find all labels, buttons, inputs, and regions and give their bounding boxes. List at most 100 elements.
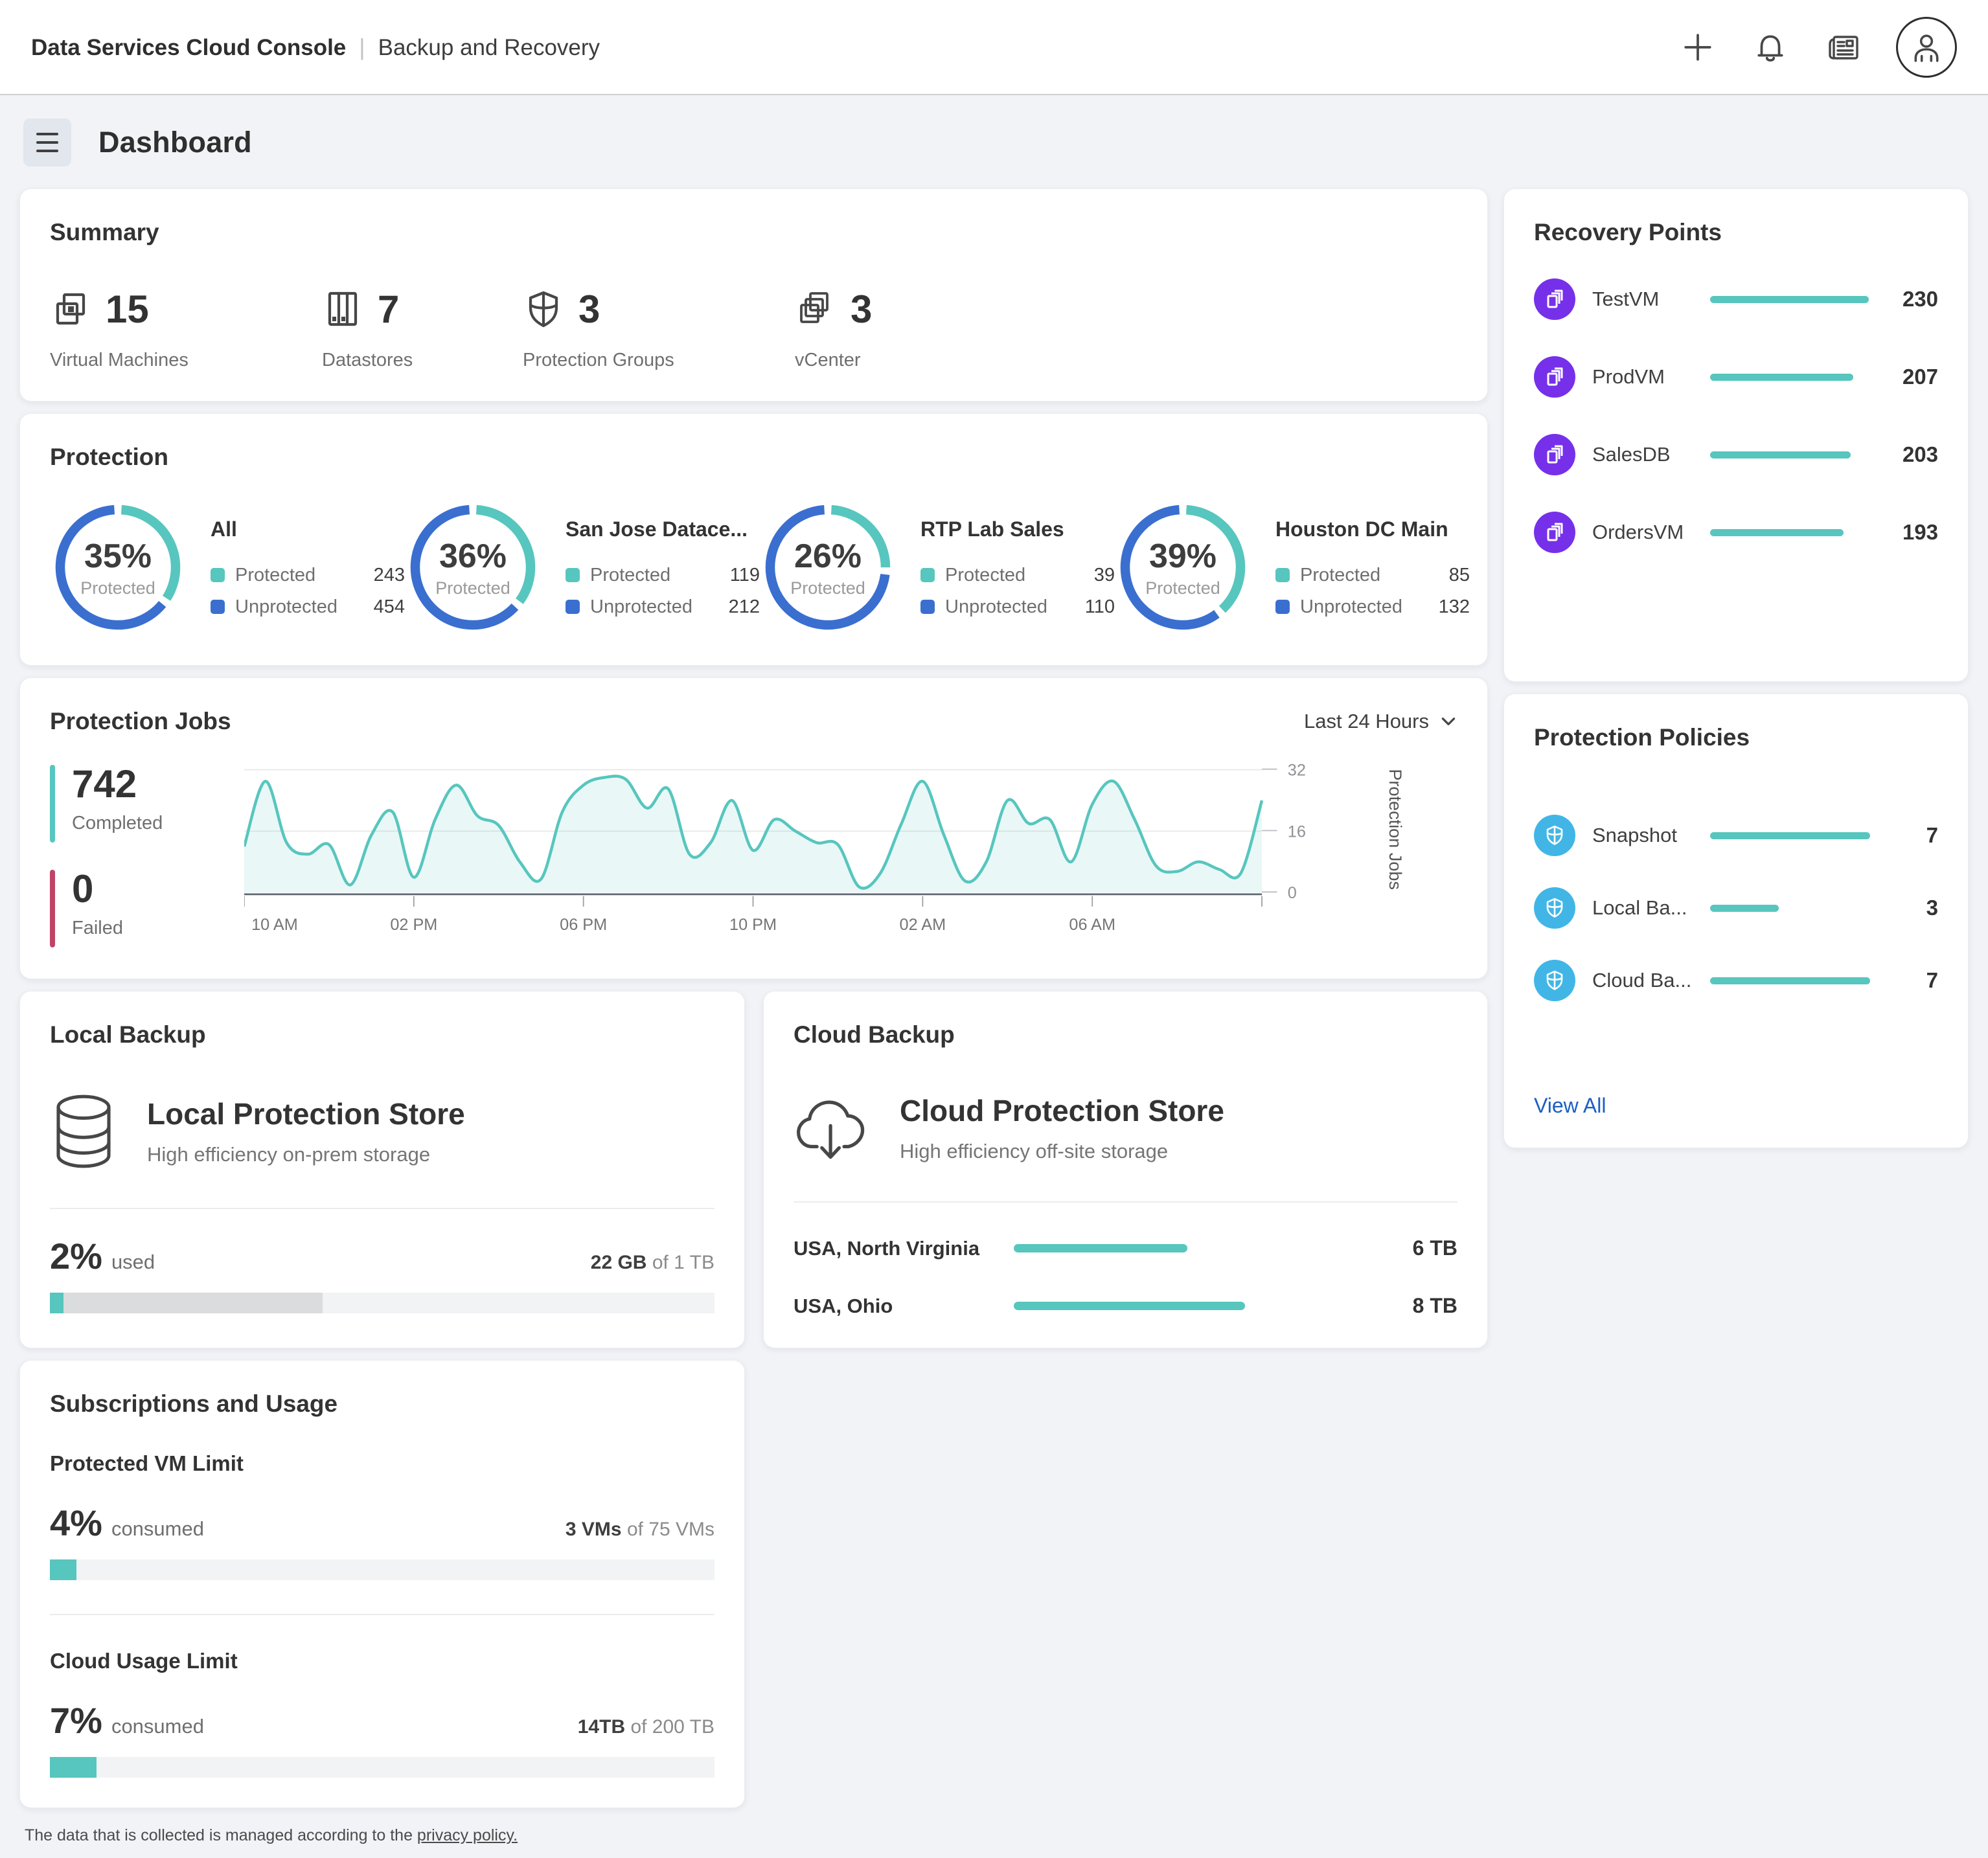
notifications-button[interactable] <box>1750 27 1791 68</box>
account-avatar[interactable] <box>1896 17 1957 78</box>
legend-label: Protected <box>1300 565 1417 586</box>
svg-text:0: 0 <box>1288 884 1297 902</box>
time-range-dropdown[interactable]: Last 24 Hours <box>1304 710 1457 733</box>
protected-count: 85 <box>1427 565 1470 586</box>
failed-stat: 0 Failed <box>50 870 244 947</box>
svg-text:16: 16 <box>1288 822 1306 841</box>
completed-stat-bar <box>50 765 55 843</box>
policy-bar <box>1710 905 1779 912</box>
svg-text:10 PM: 10 PM <box>729 916 777 934</box>
cloud-limit-label: Cloud Usage Limit <box>50 1649 714 1673</box>
app-title: Data Services Cloud Console <box>31 35 346 61</box>
policy-value: 3 <box>1893 896 1938 920</box>
legend-label: Protected <box>945 565 1062 586</box>
cloud-store-subtitle: High efficiency off-site storage <box>900 1140 1224 1163</box>
policy-shield-icon <box>1544 824 1566 846</box>
whats-new-button[interactable] <box>1822 26 1865 69</box>
protection-group-name: RTP Lab Sales <box>920 517 1115 541</box>
progress-fill <box>50 1757 97 1778</box>
datastore-icon <box>322 288 363 330</box>
recovery-point-value: 203 <box>1893 442 1938 467</box>
svg-text:02 AM: 02 AM <box>900 916 946 934</box>
svg-text:Protection Jobs: Protection Jobs <box>1386 769 1406 890</box>
region-value: 6 TB <box>1395 1236 1457 1260</box>
policy-bar <box>1710 977 1870 984</box>
legend-label: Protected <box>235 565 352 586</box>
recovery-points-card: Recovery Points TestVM 230 ProdVM 207 <box>1503 188 1969 682</box>
summary-label: Protection Groups <box>523 350 698 371</box>
local-store-subtitle: High efficiency on-prem storage <box>147 1143 465 1166</box>
protection-group-name: All <box>211 517 405 541</box>
svg-text:02 PM: 02 PM <box>390 916 437 934</box>
cloud-backup-card: Cloud Backup Cloud Protection Store High… <box>763 991 1488 1348</box>
policy-row: Cloud Ba... 7 <box>1534 960 1938 1001</box>
recovery-point-value: 230 <box>1893 287 1938 312</box>
region-name: USA, North Virginia <box>794 1237 1014 1260</box>
view-all-link[interactable]: View All <box>1534 1094 1606 1118</box>
protection-donut-row: 35% Protected All Protected243 Unprotect… <box>50 499 1457 635</box>
database-cylinder-icon <box>50 1090 117 1173</box>
vm-limit-of: of 75 VMs <box>627 1519 714 1540</box>
policy-row: Local Ba... 3 <box>1534 887 1938 929</box>
protected-swatch <box>1275 568 1290 582</box>
region-value: 8 TB <box>1395 1294 1457 1318</box>
vm-limit-word: consumed <box>111 1517 204 1541</box>
region-usage-bar <box>1014 1302 1245 1310</box>
subscriptions-title: Subscriptions and Usage <box>50 1390 714 1418</box>
region-usage-bar <box>1014 1244 1187 1252</box>
policy-bar <box>1710 832 1870 839</box>
summary-title: Summary <box>50 219 1457 246</box>
top-bar: Data Services Cloud Console | Backup and… <box>0 0 1988 95</box>
policy-name: Cloud Ba... <box>1592 969 1706 992</box>
local-usage-progress-bar <box>50 1293 714 1313</box>
policy-value: 7 <box>1893 823 1938 848</box>
unprotected-swatch <box>920 600 935 614</box>
donut-percent: 39% <box>1149 537 1217 576</box>
local-used-percent: 2% <box>50 1235 102 1277</box>
recovery-point-bar <box>1710 529 1844 536</box>
recovery-point-name: OrdersVM <box>1592 521 1706 544</box>
hamburger-menu-button[interactable] <box>23 119 71 166</box>
vm-limit-progress-bar <box>50 1559 714 1580</box>
cloud-backup-title: Cloud Backup <box>794 1021 1457 1048</box>
protection-group-houston: 39% Protected Houston DC Main Protected8… <box>1115 499 1470 635</box>
protection-group-san-jose: 36% Protected San Jose Datace... Protect… <box>405 499 760 635</box>
donut-percent: 36% <box>439 537 507 576</box>
summary-item-datastores: 7 Datastores <box>322 286 426 371</box>
local-backup-card: Local Backup Local Protection Store High… <box>19 991 745 1348</box>
subscriptions-card: Subscriptions and Usage Protected VM Lim… <box>19 1360 745 1808</box>
create-button[interactable] <box>1677 27 1719 68</box>
policy-value: 7 <box>1893 968 1938 993</box>
summary-item-virtual-machines: 15 Virtual Machines <box>50 286 225 371</box>
svg-text:32: 32 <box>1288 762 1306 780</box>
donut-caption: Protected <box>80 578 155 598</box>
recovery-point-row: OrdersVM 193 <box>1534 512 1938 553</box>
recovery-point-bar <box>1710 296 1869 303</box>
cloud-limit-percent: 7% <box>50 1699 102 1741</box>
protection-title: Protection <box>50 444 1457 471</box>
policy-name: Local Ba... <box>1592 896 1706 920</box>
topbar-actions <box>1677 17 1957 78</box>
summary-label: vCenter <box>795 350 872 371</box>
recovery-point-name: TestVM <box>1592 288 1706 311</box>
policy-shield-icon <box>1544 897 1566 919</box>
vm-copies-icon <box>1544 366 1566 388</box>
progress-secondary-segment <box>63 1293 323 1313</box>
dashboard-page: Dashboard Summary 15 <box>0 95 1988 1858</box>
virtual-machine-icon <box>50 288 91 330</box>
unprotected-count: 212 <box>717 596 760 618</box>
unprotected-swatch <box>211 600 225 614</box>
vm-copies-icon <box>1544 521 1566 543</box>
summary-item-vcenter: 3 vCenter <box>795 286 872 371</box>
privacy-policy-link[interactable]: privacy policy. <box>417 1826 518 1844</box>
cloud-region-row: USA, Ohio 8 TB <box>794 1294 1457 1318</box>
unprotected-count: 110 <box>1072 596 1115 618</box>
vcenter-icon <box>795 288 836 330</box>
failed-stat-bar <box>50 870 55 947</box>
protection-group-name: Houston DC Main <box>1275 517 1470 541</box>
policy-shield-icon <box>1544 969 1566 991</box>
donut-percent: 35% <box>84 537 152 576</box>
cloud-download-icon <box>794 1090 870 1166</box>
unprotected-count: 454 <box>362 596 405 618</box>
completed-stat: 742 Completed <box>50 765 244 843</box>
